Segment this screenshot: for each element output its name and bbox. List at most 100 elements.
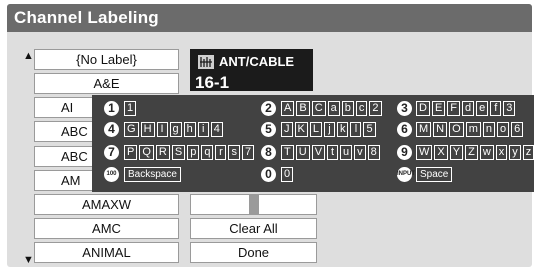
number-0-icon: 0 <box>261 167 276 182</box>
key-group-4[interactable]: G H I g h i 4 <box>124 122 223 137</box>
number-2-icon: 2 <box>261 101 276 116</box>
key[interactable]: x <box>495 145 508 160</box>
key[interactable]: 8 <box>367 145 380 160</box>
list-item[interactable]: AMC <box>34 218 179 239</box>
key-0[interactable]: 0 <box>281 167 294 182</box>
list-item[interactable]: AMAXW <box>34 194 179 215</box>
key[interactable]: V <box>311 145 326 160</box>
done-button[interactable]: Done <box>190 242 317 263</box>
key[interactable]: i <box>197 122 209 137</box>
key[interactable]: 5 <box>363 122 376 137</box>
label-field-right <box>258 194 317 215</box>
key[interactable]: e <box>476 101 489 116</box>
key[interactable]: q <box>201 145 214 160</box>
key[interactable]: d <box>462 101 475 116</box>
key-group-3[interactable]: D E F d e f 3 <box>416 101 516 116</box>
key[interactable]: A <box>281 101 295 116</box>
key[interactable]: n <box>482 122 495 137</box>
scroll-down-arrow-icon[interactable]: ▼ <box>23 254 34 266</box>
number-9-icon: 9 <box>397 145 412 160</box>
list-item[interactable]: {No Label} <box>34 49 179 70</box>
backspace-button[interactable]: Backspace <box>124 167 181 182</box>
key[interactable]: g <box>169 122 182 137</box>
key[interactable]: y <box>509 145 521 160</box>
key[interactable]: N <box>433 122 448 137</box>
key-group-6[interactable]: M N O m n o 6 <box>416 122 524 137</box>
key-group-9[interactable]: W X Y Z w x y z 9 <box>416 145 534 160</box>
key[interactable]: b <box>341 101 354 116</box>
key-group-1[interactable]: 1 <box>124 101 137 116</box>
key[interactable]: p <box>187 145 200 160</box>
list-item[interactable]: A&E <box>34 73 179 94</box>
key[interactable]: 2 <box>369 101 382 116</box>
input-source-label: ANT/CABLE <box>219 54 295 69</box>
list-item[interactable]: ANIMAL <box>34 242 179 263</box>
key-group-5[interactable]: J K L j k l 5 <box>281 122 376 137</box>
key[interactable]: s <box>228 145 240 160</box>
antenna-icon <box>198 55 214 69</box>
key[interactable]: Z <box>465 145 478 160</box>
key[interactable]: M <box>416 122 432 137</box>
key[interactable]: r <box>215 145 227 160</box>
key[interactable]: O <box>449 122 464 137</box>
key[interactable]: 4 <box>210 122 223 137</box>
channel-number: 16-1 <box>195 73 230 92</box>
key[interactable]: T <box>281 145 294 160</box>
key[interactable]: R <box>155 145 170 160</box>
clear-all-button[interactable]: Clear All <box>190 218 317 239</box>
key[interactable]: J <box>281 122 293 137</box>
number-6-icon: 6 <box>397 122 412 137</box>
number-1-icon: 1 <box>104 101 119 116</box>
key[interactable]: X <box>434 145 448 160</box>
number-7-icon: 7 <box>104 145 119 160</box>
text-cursor <box>250 194 258 215</box>
key-group-8[interactable]: T U V t u v 8 <box>281 145 380 160</box>
key[interactable]: U <box>295 145 310 160</box>
key[interactable]: o <box>496 122 510 137</box>
key-group-2[interactable]: A B C a b c 2 <box>281 101 382 116</box>
key[interactable]: 1 <box>124 101 137 116</box>
key[interactable]: h <box>183 122 196 137</box>
key[interactable]: j <box>323 122 335 137</box>
key[interactable]: B <box>296 101 310 116</box>
key[interactable]: L <box>309 122 322 137</box>
key[interactable]: Q <box>139 145 154 160</box>
key[interactable]: 7 <box>241 145 255 160</box>
key[interactable]: l <box>350 122 362 137</box>
key[interactable]: W <box>416 145 433 160</box>
number-5-icon: 5 <box>261 122 276 137</box>
key[interactable]: a <box>327 101 340 116</box>
key[interactable]: H <box>140 122 155 137</box>
key[interactable]: z <box>522 145 534 160</box>
key[interactable]: 6 <box>511 122 524 137</box>
scroll-up-arrow-icon[interactable]: ▲ <box>23 50 34 62</box>
label-field-left <box>190 194 250 215</box>
key[interactable]: E <box>431 101 446 116</box>
input-button-icon: INPUT <box>397 167 415 182</box>
key[interactable]: v <box>354 145 366 160</box>
key[interactable]: I <box>156 122 168 137</box>
key[interactable]: c <box>355 101 368 116</box>
hundred-button-icon: 100 <box>104 167 119 182</box>
key[interactable]: F <box>447 101 461 116</box>
key[interactable]: t <box>327 145 339 160</box>
key[interactable]: P <box>124 145 138 160</box>
key[interactable]: G <box>124 122 139 137</box>
key[interactable]: C <box>311 101 326 116</box>
number-8-icon: 8 <box>261 145 276 160</box>
number-4-icon: 4 <box>104 122 119 137</box>
key[interactable]: 3 <box>503 101 516 116</box>
key[interactable]: K <box>294 122 308 137</box>
window-title: Channel Labeling <box>14 8 159 27</box>
number-3-icon: 3 <box>397 101 412 116</box>
key[interactable]: m <box>465 122 481 137</box>
key[interactable]: S <box>171 145 186 160</box>
key[interactable]: D <box>416 101 430 116</box>
key-group-7[interactable]: P Q R S p q r s 7 <box>124 145 255 160</box>
key[interactable]: u <box>340 145 353 160</box>
space-button[interactable]: Space <box>416 167 453 182</box>
key[interactable]: w <box>479 145 494 160</box>
key[interactable]: k <box>336 122 349 137</box>
key[interactable]: f <box>490 101 502 116</box>
key[interactable]: Y <box>449 145 464 160</box>
